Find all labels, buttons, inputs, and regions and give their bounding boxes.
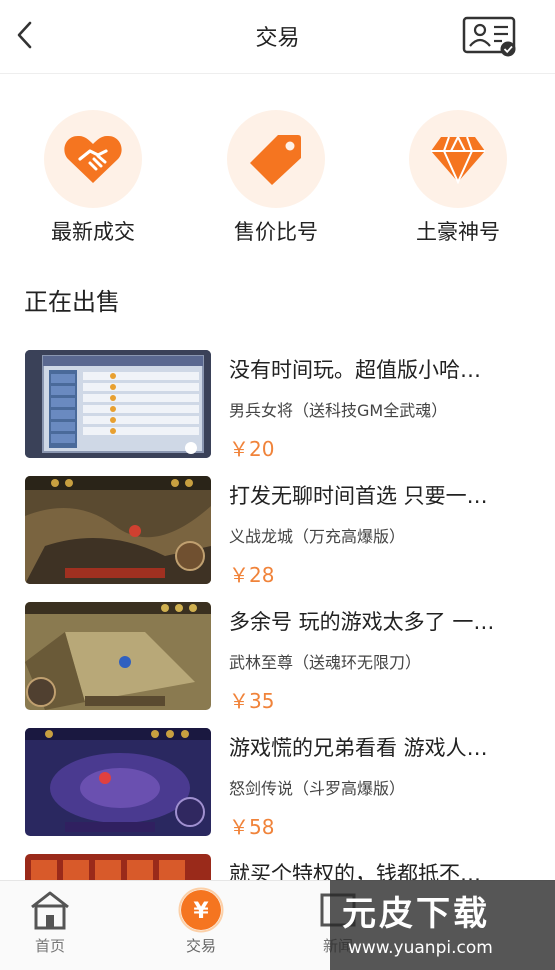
header-bar: 交易: [0, 0, 555, 74]
home-icon: [31, 891, 69, 930]
listing-title: 多余号 玩的游戏太多了 一…: [229, 610, 495, 634]
category-label: 最新成交: [51, 220, 135, 244]
category-latest-deals[interactable]: 最新成交: [28, 110, 158, 246]
listing-thumbnail: [25, 602, 211, 710]
tab-label: 交易: [185, 937, 216, 955]
category-shortcuts: 最新成交 售价比号 土豪神号: [0, 110, 555, 250]
listing-price: ￥20: [229, 437, 275, 461]
listing-title: 游戏慌的兄弟看看 游戏人…: [229, 736, 488, 760]
watermark-logo: 元皮下载: [342, 894, 490, 934]
tab-home[interactable]: 首页: [0, 887, 100, 956]
handshake-icon: [64, 135, 122, 183]
listing-game-name: 武林至尊（送魂环无限刀）: [229, 653, 422, 672]
listing-game-name: 怒剑传说（斗罗高爆版）: [229, 779, 406, 798]
listing-item[interactable]: 多余号 玩的游戏太多了 一… 武林至尊（送魂环无限刀） ￥35: [0, 600, 555, 726]
category-label: 土豪神号: [416, 220, 500, 244]
listing-game-name: 义战龙城（万充高爆版）: [229, 527, 406, 546]
listing-game-name: 男兵女将（送科技GM全武魂）: [229, 401, 448, 420]
listing-item[interactable]: 游戏慌的兄弟看看 游戏人… 怒剑传说（斗罗高爆版） ￥58: [0, 726, 555, 852]
tab-label: 首页: [34, 937, 65, 955]
listing-list: 没有时间玩。超值版小哈… 男兵女将（送科技GM全武魂） ￥20 打发无聊时间首选…: [0, 348, 555, 970]
listing-price: ￥35: [229, 689, 275, 713]
id-card-icon: [462, 16, 516, 57]
tab-trade[interactable]: ¥ 交易: [151, 887, 251, 956]
category-icon-bg: [409, 110, 507, 208]
section-title: 正在出售: [24, 288, 120, 316]
listing-title: 打发无聊时间首选 只要一…: [229, 484, 488, 508]
listing-thumbnail: [25, 728, 211, 836]
yen-coin-icon: ¥: [178, 887, 224, 933]
category-icon-bg: [227, 110, 325, 208]
listing-item[interactable]: 没有时间玩。超值版小哈… 男兵女将（送科技GM全武魂） ￥20: [0, 348, 555, 474]
listing-thumbnail: [25, 350, 211, 458]
diamond-icon: [431, 136, 485, 184]
account-verify-button[interactable]: [462, 16, 518, 58]
category-price-compare[interactable]: 售价比号: [211, 110, 341, 246]
listing-price: ￥58: [229, 815, 275, 839]
watermark-url: www.yuanpi.com: [348, 938, 493, 958]
category-icon-bg: [44, 110, 142, 208]
listing-title: 没有时间玩。超值版小哈…: [229, 358, 481, 382]
watermark: 元皮下载 www.yuanpi.com: [330, 880, 555, 970]
category-premium-accounts[interactable]: 土豪神号: [393, 110, 523, 246]
price-tag-icon: [250, 135, 301, 185]
category-label: 售价比号: [234, 220, 318, 244]
listing-thumbnail: [25, 476, 211, 584]
listing-price: ￥28: [229, 563, 275, 587]
listing-item[interactable]: 打发无聊时间首选 只要一… 义战龙城（万充高爆版） ￥28: [0, 474, 555, 600]
svg-text:¥: ¥: [193, 899, 209, 924]
